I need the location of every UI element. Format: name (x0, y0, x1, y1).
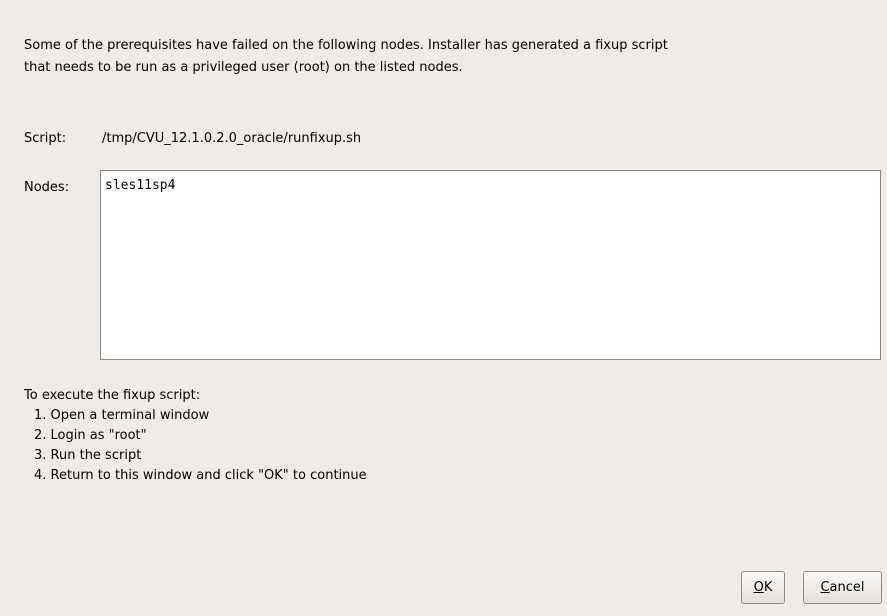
step-item: 3. Run the script (34, 448, 142, 463)
intro-text: Some of the prerequisites have failed on… (24, 35, 884, 79)
nodes-label: Nodes: (24, 180, 70, 195)
ok-label-rest: K (763, 580, 773, 595)
cancel-mnemonic: C (820, 580, 830, 595)
cancel-label-rest: ancel (829, 580, 865, 595)
instructions-steps: 1. Open a terminal window 2. Login as "r… (24, 406, 367, 486)
step-item: 4. Return to this window and click "OK" … (34, 468, 367, 483)
nodes-text-area[interactable]: sles11sp4 (100, 170, 881, 360)
step-item: 2. Login as "root" (34, 428, 147, 443)
instructions-title: To execute the fixup script: (24, 388, 201, 403)
intro-line-1: Some of the prerequisites have failed on… (24, 38, 668, 53)
intro-line-2: that needs to be run as a privileged use… (24, 60, 463, 75)
script-path: /tmp/CVU_12.1.0.2.0_oracle/runfixup.sh (102, 131, 362, 146)
instructions: To execute the fixup script: 1. Open a t… (24, 386, 367, 486)
ok-button[interactable]: OK (741, 571, 785, 604)
node-item: sles11sp4 (105, 178, 176, 193)
step-item: 1. Open a terminal window (34, 408, 210, 423)
ok-mnemonic: O (753, 580, 764, 595)
fixup-dialog: Some of the prerequisites have failed on… (0, 0, 887, 616)
cancel-button[interactable]: Cancel (803, 571, 882, 604)
script-label: Script: (24, 131, 67, 146)
